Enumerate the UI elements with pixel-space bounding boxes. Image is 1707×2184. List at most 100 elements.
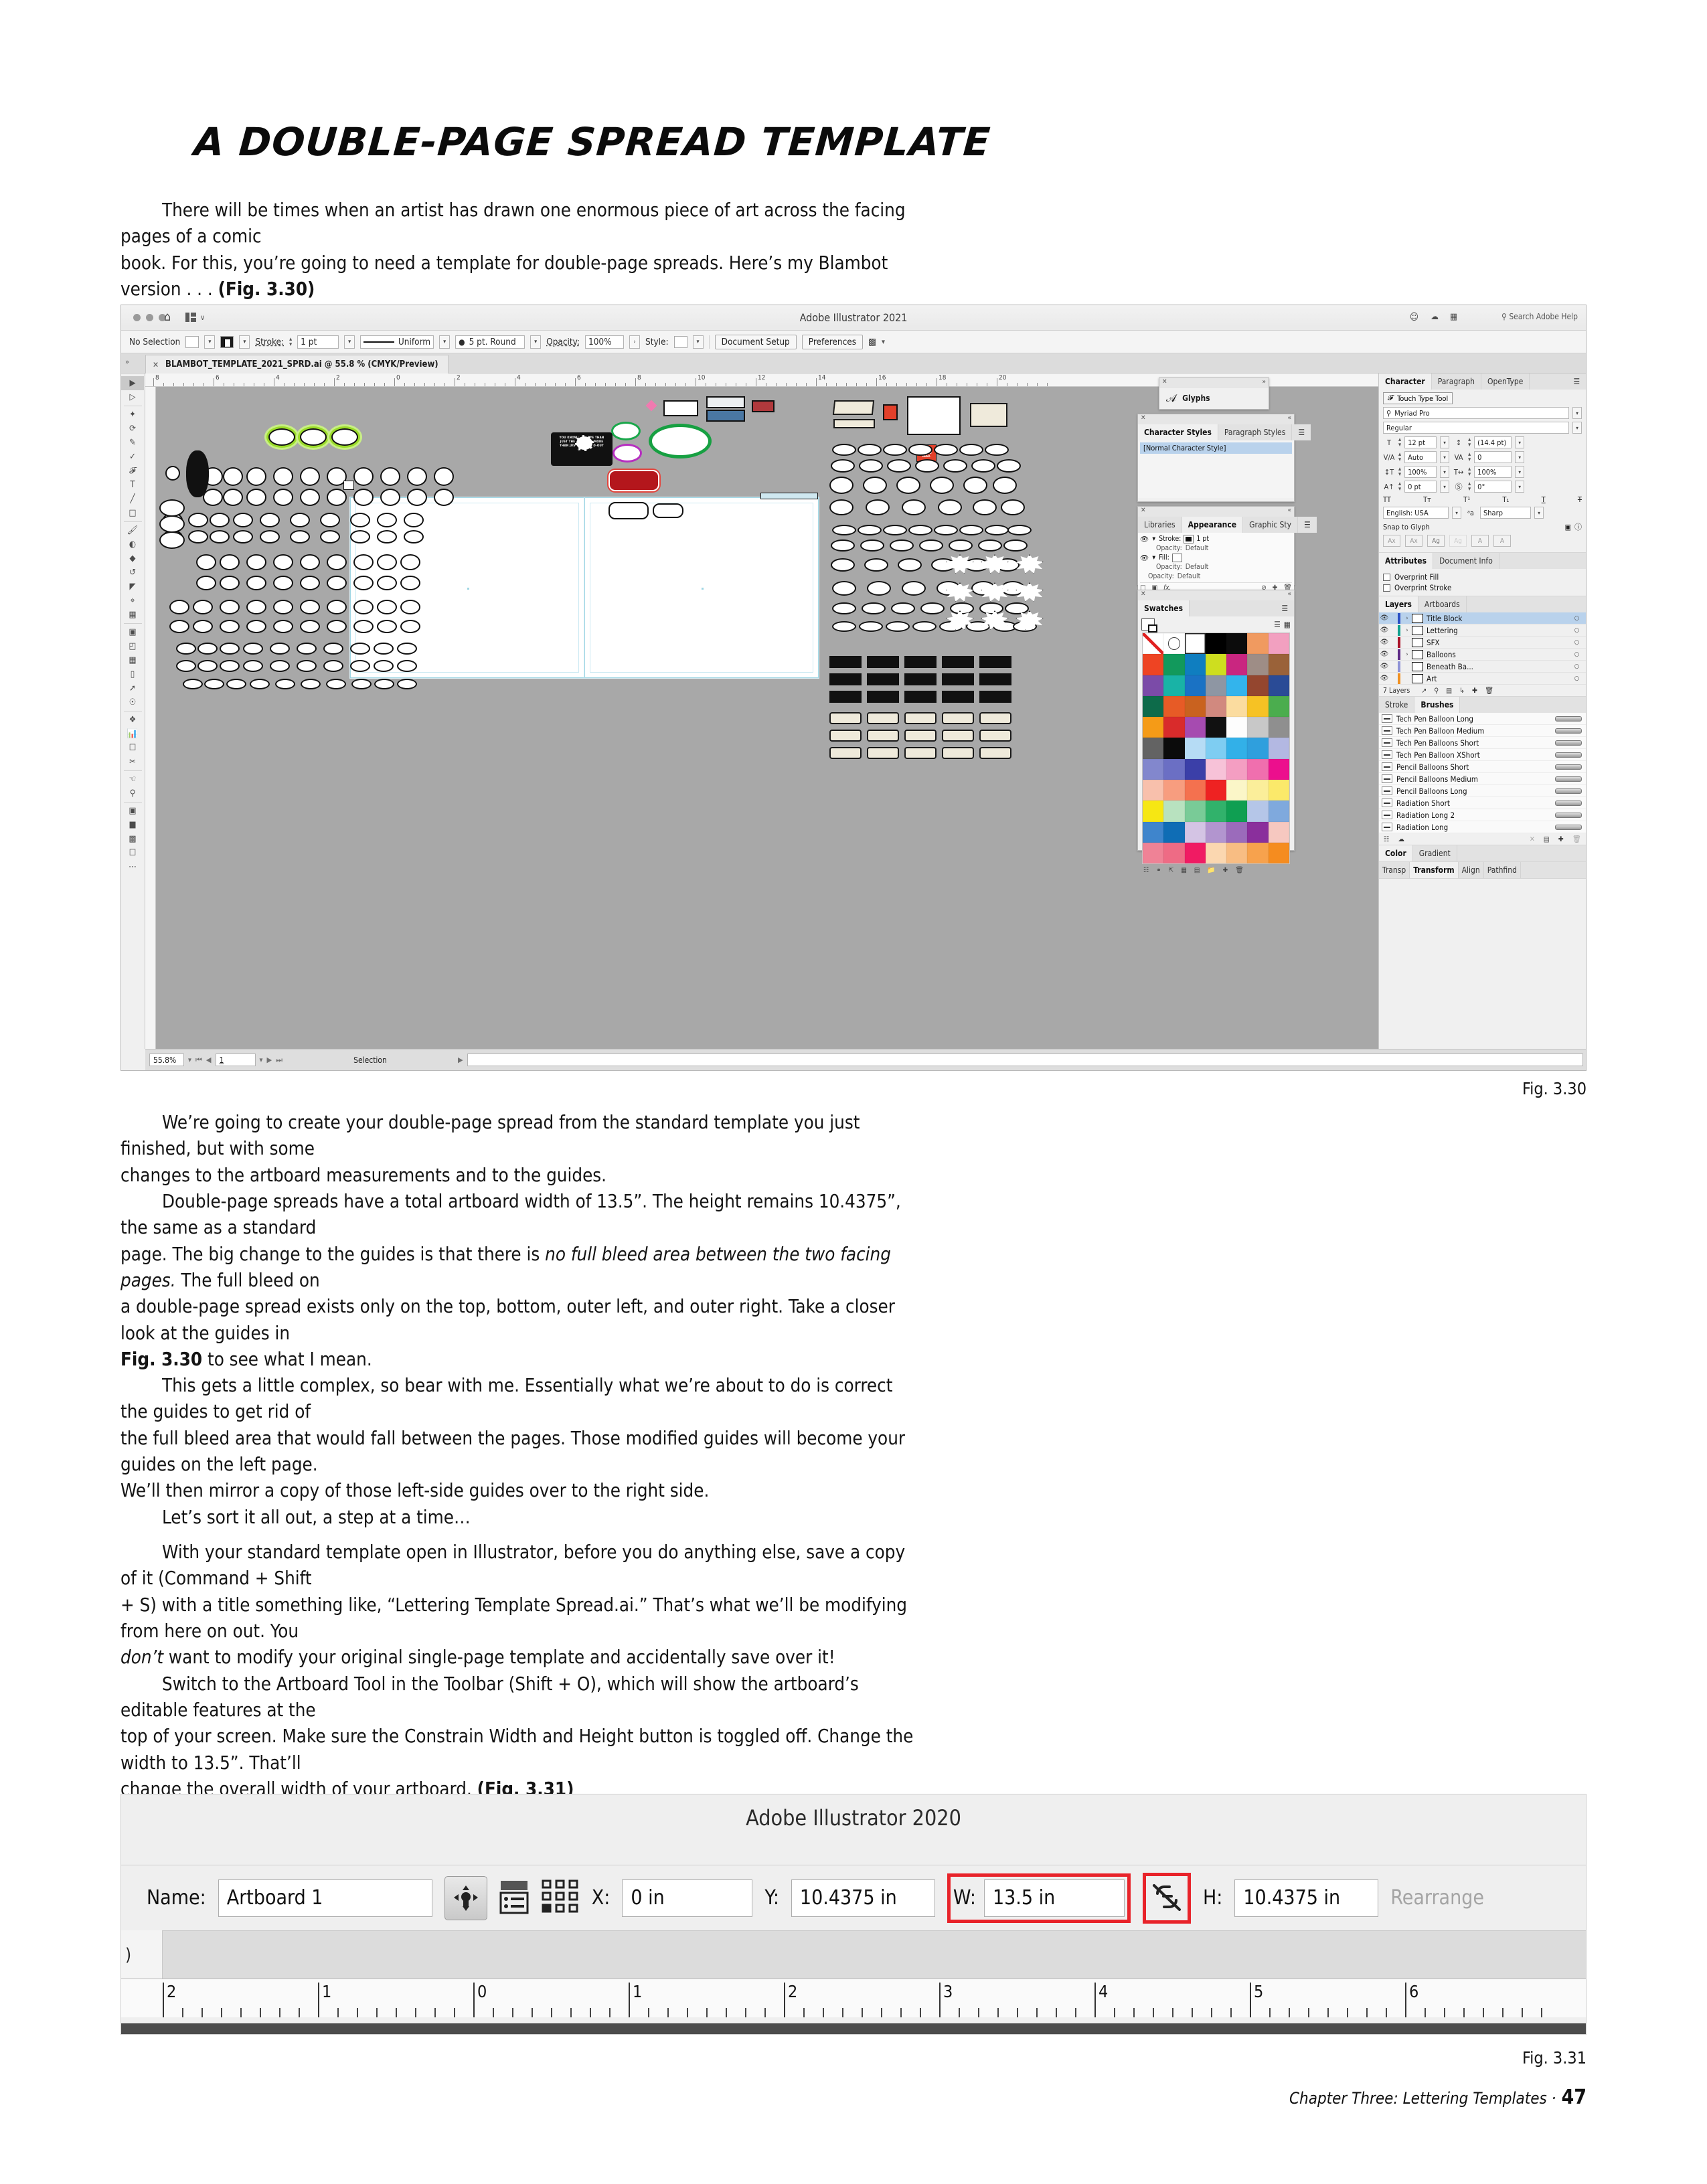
color-swatch[interactable] xyxy=(1268,654,1289,675)
tab-stroke[interactable]: Stroke xyxy=(1379,697,1415,713)
tool-slice[interactable]: ✂ xyxy=(121,755,144,769)
brush-item[interactable]: Tech Pen Balloon XShort xyxy=(1379,749,1586,761)
cloud-sync-icon[interactable]: ☁ xyxy=(1431,312,1439,322)
tool-shape-builder[interactable]: ▣ xyxy=(121,625,144,639)
visibility-eye-icon[interactable]: 👁 xyxy=(1379,675,1390,682)
overprint-fill-row[interactable]: Overprint Fill xyxy=(1383,572,1582,582)
visibility-eye-icon[interactable]: 👁 xyxy=(1379,651,1390,658)
color-swatch[interactable] xyxy=(1205,695,1227,718)
artboard-presets-icon[interactable] xyxy=(499,1879,529,1917)
expand-chevron-right-icon[interactable]: › xyxy=(1402,627,1412,634)
kerning-stepper[interactable]: ▴ ▾ xyxy=(1398,452,1401,463)
tool-type[interactable]: T xyxy=(121,478,144,492)
superscript-icon[interactable]: T¹ xyxy=(1463,495,1470,504)
layer-row[interactable]: 👁 Art ○ xyxy=(1379,673,1586,685)
collapse-icon[interactable]: « xyxy=(1287,414,1291,422)
tab-swatches[interactable]: Swatches xyxy=(1138,600,1190,616)
tool-mesh[interactable]: ▦ xyxy=(121,653,144,667)
color-swatch[interactable] xyxy=(1268,738,1289,759)
color-swatch[interactable] xyxy=(1184,842,1206,864)
kerning-dropdown-icon[interactable]: ▾ xyxy=(1440,451,1450,463)
strikethrough-icon[interactable]: T xyxy=(1578,495,1582,504)
fill-swatch[interactable] xyxy=(185,335,199,348)
font-family-dropdown-icon[interactable]: ▾ xyxy=(1572,407,1582,419)
color-swatch[interactable] xyxy=(1268,695,1289,718)
tool-magic-wand[interactable]: ✦ xyxy=(121,408,144,422)
libraries-panel-icon[interactable]: ☁ xyxy=(1398,835,1404,843)
expand-panels-icon[interactable]: » xyxy=(125,357,129,366)
tool-selection[interactable]: ▶ xyxy=(121,376,144,390)
brush-item[interactable]: Radiation Long xyxy=(1379,821,1586,833)
color-group-icon[interactable]: ▤ xyxy=(1194,867,1200,874)
color-swatch[interactable] xyxy=(1268,842,1289,864)
target-circle-icon[interactable]: ○ xyxy=(1574,675,1579,682)
layer-row[interactable]: 👁 › Lettering ○ xyxy=(1379,624,1586,637)
graphic-style-swatch[interactable] xyxy=(673,335,687,348)
color-swatch[interactable] xyxy=(1268,675,1289,696)
target-circle-icon[interactable]: ○ xyxy=(1574,627,1579,634)
font-style-dropdown-icon[interactable]: ▾ xyxy=(1572,422,1582,434)
overprint-fill-checkbox[interactable] xyxy=(1383,573,1390,581)
tool-lasso[interactable]: ⟳ xyxy=(121,422,144,436)
touch-type-tool-button[interactable]: 𝓕 Touch Type Tool xyxy=(1383,392,1453,404)
create-sublayer-icon[interactable]: ↳ xyxy=(1459,687,1465,695)
tool-symbol-sprayer[interactable]: ❖ xyxy=(121,713,144,727)
visibility-eye-icon[interactable]: 👁 xyxy=(1379,614,1390,622)
character-rotation-dropdown-icon[interactable]: ▾ xyxy=(1515,481,1525,493)
color-swatch[interactable] xyxy=(1143,758,1164,780)
panel-menu-icon[interactable]: ☰ xyxy=(1275,600,1294,616)
new-swatch-icon[interactable]: ✚ xyxy=(1223,867,1228,874)
leading-stepper[interactable]: ▴ ▾ xyxy=(1468,437,1471,448)
layer-row[interactable]: 👁 Beneath Ba... ○ xyxy=(1379,661,1586,673)
panel-menu-icon[interactable]: ☰ xyxy=(1567,373,1586,390)
color-swatch[interactable] xyxy=(1205,780,1227,801)
color-swatch[interactable] xyxy=(1163,780,1185,801)
user-account-icon[interactable]: ☺ xyxy=(1410,312,1418,323)
tab-paragraph-styles[interactable]: Paragraph Styles xyxy=(1218,424,1293,440)
expand-chevron-right-icon[interactable]: › xyxy=(1402,651,1412,658)
last-artboard-icon[interactable]: ⏭ xyxy=(276,1056,282,1065)
kerning-field[interactable]: Auto xyxy=(1404,451,1437,463)
brush-item[interactable]: Pencil Balloons Medium xyxy=(1379,773,1586,785)
snap-italic-icon[interactable]: A xyxy=(1493,535,1511,547)
character-rotation-stepper[interactable]: ▴ ▾ xyxy=(1468,481,1471,493)
artboard-move-resize-button[interactable] xyxy=(444,1875,487,1920)
small-caps-icon[interactable]: Tᴛ xyxy=(1423,495,1431,504)
tool-type-on-path[interactable]: 𝓕 xyxy=(121,464,144,478)
collapse-icon[interactable]: « xyxy=(1287,507,1291,514)
panel-menu-icon[interactable]: ☰ xyxy=(1298,517,1317,533)
show-swatch-kinds-icon[interactable]: ⚭ xyxy=(1156,867,1161,874)
tab-transparency[interactable]: Transp xyxy=(1379,862,1410,878)
reference-point-selector-icon[interactable] xyxy=(541,1879,580,1918)
font-size-stepper[interactable]: ▴ ▾ xyxy=(1398,437,1401,448)
tab-opentype[interactable]: OpenType xyxy=(1481,373,1530,390)
brush-options-icon[interactable]: ▤ xyxy=(1544,835,1550,843)
close-icon[interactable]: ✕ xyxy=(1141,590,1146,598)
tab-layers[interactable]: Layers xyxy=(1379,596,1418,612)
panel-menu-icon[interactable]: ☰ xyxy=(1292,424,1311,440)
stroke-weight-dropdown-icon[interactable]: ▾ xyxy=(344,335,355,349)
font-size-field[interactable]: 12 pt xyxy=(1404,436,1437,448)
vertical-scale-stepper[interactable]: ▴ ▾ xyxy=(1398,467,1401,478)
color-swatch[interactable] xyxy=(1184,675,1206,696)
overprint-stroke-row[interactable]: Overprint Stroke xyxy=(1383,582,1582,593)
artboard-w-input[interactable]: 13.5 in xyxy=(983,1879,1125,1917)
brush-definition-dropdown-icon[interactable]: ▾ xyxy=(530,335,542,349)
font-family-field[interactable]: ⚲ Myriad Pro xyxy=(1383,407,1569,419)
artboard-number-field[interactable]: 1 xyxy=(215,1054,256,1066)
color-swatch[interactable] xyxy=(1247,717,1269,738)
target-circle-icon[interactable]: ○ xyxy=(1574,615,1579,622)
layers-list[interactable]: 👁 › Title Block ○ 👁 › Lettering ○ 👁 SFX ○ 👁 › Balloon… xyxy=(1379,612,1586,685)
opacity-flyout-icon[interactable]: › xyxy=(629,335,640,349)
color-swatch[interactable] xyxy=(1184,758,1206,780)
tool-free-transform[interactable]: ▦ xyxy=(121,608,144,622)
expand-chevron-right-icon[interactable]: › xyxy=(1402,615,1412,622)
tool-rotate[interactable]: ↺ xyxy=(121,566,144,580)
tab-paragraph[interactable]: Paragraph xyxy=(1431,373,1481,390)
brush-item[interactable]: Pencil Balloons Short xyxy=(1379,761,1586,773)
color-swatch[interactable] xyxy=(1184,780,1206,801)
stroke-proxy-swatch[interactable] xyxy=(1148,624,1157,633)
stroke-weight-label[interactable]: Stroke: xyxy=(255,337,284,347)
swatch-options-icon[interactable]: ▦ xyxy=(1181,867,1187,874)
color-swatch[interactable] xyxy=(1247,821,1269,843)
